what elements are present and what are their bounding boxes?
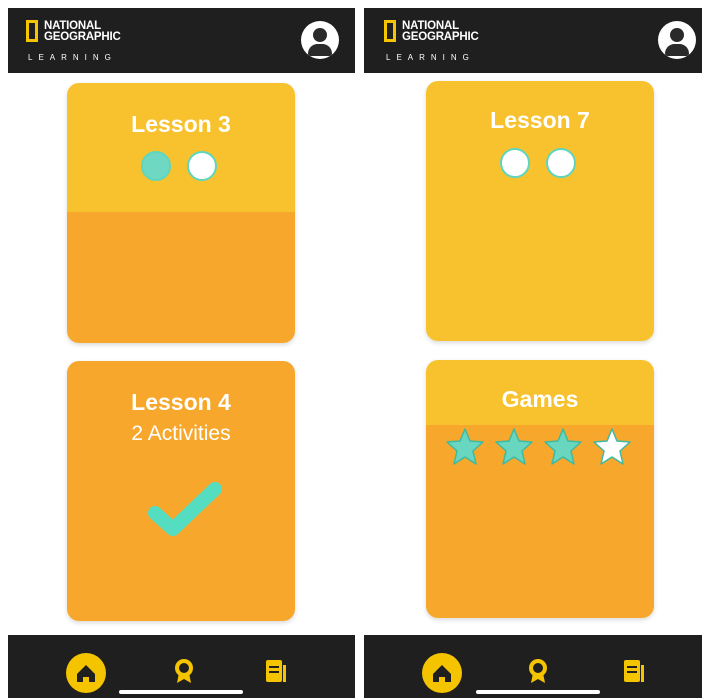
progress-dot-empty: [187, 151, 217, 181]
badge-icon: [175, 659, 193, 683]
badge-icon: [529, 659, 547, 683]
logo-text-learning: LEARNING: [28, 53, 117, 62]
national-geographic-logo[interactable]: NATIONAL GEOGRAPHIC LEARNING: [384, 20, 504, 64]
logo-text-learning: LEARNING: [386, 53, 475, 62]
home-nav-button[interactable]: [66, 653, 106, 693]
home-indicator: [119, 690, 243, 694]
star-icon-earned: [495, 428, 533, 465]
games-card[interactable]: Games: [426, 360, 654, 618]
progress-dot-empty: [500, 148, 530, 178]
book-nav-button[interactable]: [265, 659, 287, 689]
book-icon: [624, 660, 644, 682]
progress-dot-completed: [141, 151, 171, 181]
bottom-navigation: [364, 635, 702, 698]
app-header: NATIONAL GEOGRAPHIC LEARNING: [364, 8, 702, 73]
star-icon-earned: [446, 428, 484, 465]
logo-text-geographic: GEOGRAPHIC: [44, 31, 121, 43]
badge-nav-button[interactable]: [173, 659, 195, 689]
right-screen: NATIONAL GEOGRAPHIC LEARNING Lesson 7 Ga…: [364, 8, 702, 698]
home-icon: [77, 665, 95, 682]
profile-avatar-icon[interactable]: [301, 21, 339, 59]
progress-dot-empty: [546, 148, 576, 178]
lesson-card-lesson-3[interactable]: Lesson 3: [67, 83, 295, 343]
lesson-card-lesson-7[interactable]: Lesson 7: [426, 81, 654, 341]
games-title: Games: [501, 386, 579, 412]
bottom-navigation: [8, 635, 355, 698]
checkmark-icon: [148, 482, 222, 536]
yellow-frame-icon: [26, 20, 38, 42]
lesson-title: Lesson 4: [131, 389, 231, 415]
lesson-card-lesson-4[interactable]: Lesson 4 2 Activities: [67, 361, 295, 621]
book-icon: [266, 660, 286, 682]
profile-avatar-icon[interactable]: [658, 21, 696, 59]
lesson-title: Lesson 7: [490, 107, 590, 133]
home-icon: [433, 665, 451, 682]
left-screen: NATIONAL GEOGRAPHIC LEARNING Lesson 3 Le…: [8, 8, 355, 698]
home-nav-button[interactable]: [422, 653, 462, 693]
activities-count: 2 Activities: [131, 422, 231, 445]
app-header: NATIONAL GEOGRAPHIC LEARNING: [8, 8, 355, 73]
book-nav-button[interactable]: [623, 659, 645, 689]
star-icon-earned: [544, 428, 582, 465]
yellow-frame-icon: [384, 20, 396, 42]
logo-text-geographic: GEOGRAPHIC: [402, 31, 479, 43]
national-geographic-logo[interactable]: NATIONAL GEOGRAPHIC LEARNING: [26, 20, 146, 64]
badge-nav-button[interactable]: [527, 659, 549, 689]
home-indicator: [476, 690, 600, 694]
star-icon-empty: [593, 428, 631, 465]
lesson-title: Lesson 3: [131, 111, 231, 137]
